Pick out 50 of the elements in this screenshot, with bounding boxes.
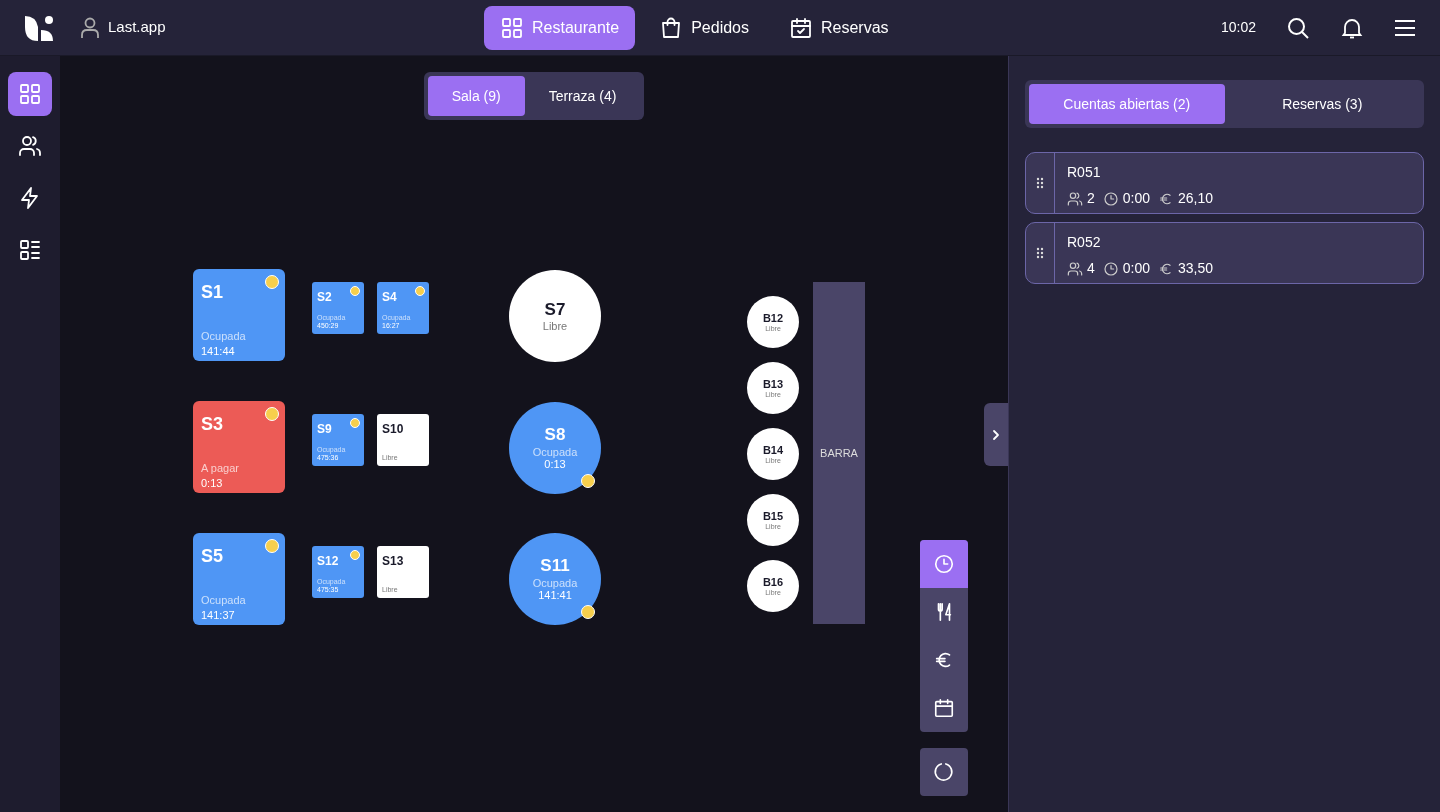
- alert-dot: [581, 474, 595, 488]
- chevron-right-icon: [991, 428, 1001, 441]
- account-code: R051: [1067, 163, 1102, 182]
- alert-dot: [265, 539, 279, 553]
- clock-time: 10:02: [1220, 18, 1256, 37]
- nav-tab[interactable]: Restaurante: [484, 5, 636, 50]
- alert-dot: [350, 550, 360, 560]
- account-code: R052: [1067, 233, 1102, 252]
- drag-handle-icon[interactable]: [1036, 177, 1044, 189]
- refresh-button[interactable]: [920, 748, 968, 796]
- panel-tab[interactable]: Reservas (3): [1224, 84, 1420, 124]
- calendar-icon: [933, 697, 955, 719]
- refresh-icon: [933, 761, 955, 783]
- list-icon: [18, 238, 42, 262]
- alert-dot: [350, 418, 360, 428]
- account-name: Last.app: [108, 17, 166, 38]
- alert-dot: [350, 286, 360, 296]
- nav-tab[interactable]: Pedidos: [643, 5, 765, 50]
- guest-count: 2: [1087, 189, 1095, 208]
- users-icon: [1067, 260, 1083, 277]
- account-card[interactable]: R052 4 0:00 33,50: [1025, 222, 1424, 284]
- account-total: 33,50: [1178, 259, 1214, 278]
- room-tab[interactable]: Terraza (4): [524, 76, 641, 116]
- drag-handle-icon[interactable]: [1036, 247, 1044, 259]
- alert-dot: [265, 407, 279, 421]
- grid-icon: [500, 15, 524, 40]
- clock-icon: [933, 553, 955, 575]
- account-card[interactable]: R051 2 0:00 26,10: [1025, 152, 1424, 214]
- guest-count: 4: [1087, 259, 1095, 278]
- alert-dot: [415, 286, 425, 296]
- nav-tab[interactable]: Reservas: [773, 5, 905, 50]
- menu-button[interactable]: [1394, 17, 1416, 38]
- round-table[interactable]: S7 Libre: [509, 270, 601, 362]
- account-total: 26,10: [1178, 189, 1214, 208]
- elapsed-time: 0:00: [1122, 189, 1151, 208]
- bar-counter: BARRA: [813, 282, 865, 624]
- grid-icon: [18, 82, 42, 106]
- sidebar-button[interactable]: [8, 72, 52, 116]
- clock-icon: [1102, 260, 1119, 277]
- panel-tab[interactable]: Cuentas abiertas (2): [1029, 84, 1225, 124]
- alert-dot: [581, 605, 595, 619]
- room-tab[interactable]: Sala (9): [427, 76, 525, 116]
- alert-dot: [265, 275, 279, 289]
- elapsed-time: 0:00: [1122, 259, 1151, 278]
- user-icon: [80, 16, 100, 39]
- users-icon: [1067, 190, 1083, 207]
- search-button[interactable]: [1286, 15, 1310, 40]
- clock-icon: [1102, 190, 1119, 207]
- calendar-check-icon: [789, 15, 813, 40]
- users-icon: [18, 134, 42, 158]
